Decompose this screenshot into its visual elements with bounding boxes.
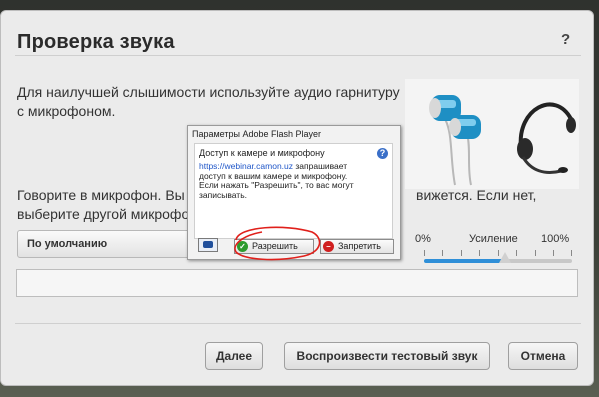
volume-max-label: 100%	[541, 233, 570, 245]
dialog-title: Проверка звука	[17, 31, 175, 53]
microphone-level-meter	[16, 269, 578, 297]
intro-text: Для наилучшей слышимости используйте ауд…	[17, 83, 417, 121]
earbuds-icon	[429, 95, 481, 186]
message-line-4: записывать.	[199, 189, 247, 200]
deny-button[interactable]: – Запретить	[320, 239, 394, 254]
headset-image	[405, 79, 579, 189]
microphone-select-value: По умолчанию	[27, 238, 108, 250]
help-icon[interactable]: ?	[561, 31, 570, 48]
headset-icon	[517, 102, 576, 174]
question-icon[interactable]: ?	[377, 148, 388, 159]
speak-line-1-end: вижется. Если нет,	[416, 187, 537, 203]
allow-button[interactable]: ✓ Разрешить	[234, 239, 314, 254]
intro-line-2: с микрофоном.	[17, 103, 116, 119]
volume-slider[interactable]	[424, 259, 572, 263]
microphone-select[interactable]: По умолчанию	[17, 230, 207, 258]
volume-min-label: 0%	[415, 233, 431, 245]
message-line-3: Если нажать "Разрешить", то вас могут	[199, 180, 354, 190]
flash-player-settings-dialog: Параметры Adobe Flash Player Доступ к ка…	[187, 125, 401, 260]
title-divider	[15, 55, 581, 56]
message-line-1-suffix: запрашивает	[293, 161, 348, 171]
checkmark-icon: ✓	[237, 241, 248, 252]
flash-dialog-title: Параметры Adobe Flash Player	[192, 129, 322, 139]
allow-button-label: Разрешить	[252, 241, 298, 251]
camera-settings-icon[interactable]	[198, 238, 218, 252]
play-test-sound-button[interactable]: Воспроизвести тестовый звук	[284, 342, 490, 370]
next-button[interactable]: Далее	[205, 342, 263, 370]
cancel-button[interactable]: Отмена	[508, 342, 578, 370]
footer-divider	[15, 323, 581, 324]
volume-gain-label: Усиление	[469, 233, 518, 245]
flash-permission-heading: Доступ к камере и микрофону	[199, 148, 325, 158]
no-entry-icon: –	[323, 241, 334, 252]
volume-ticks	[424, 250, 572, 256]
deny-button-label: Запретить	[338, 241, 381, 251]
message-line-2: доступ к вашим камере и микрофону.	[199, 170, 348, 181]
requesting-site-link[interactable]: https://webinar.camon.uz	[199, 161, 293, 171]
intro-line-1: Для наилучшей слышимости используйте ауд…	[17, 84, 400, 100]
flash-permission-panel: Доступ к камере и микрофону ? https://we…	[194, 143, 393, 239]
flash-permission-message: https://webinar.camon.uz запрашивает дос…	[199, 161, 391, 200]
volume-slider-handle[interactable]	[499, 252, 512, 263]
